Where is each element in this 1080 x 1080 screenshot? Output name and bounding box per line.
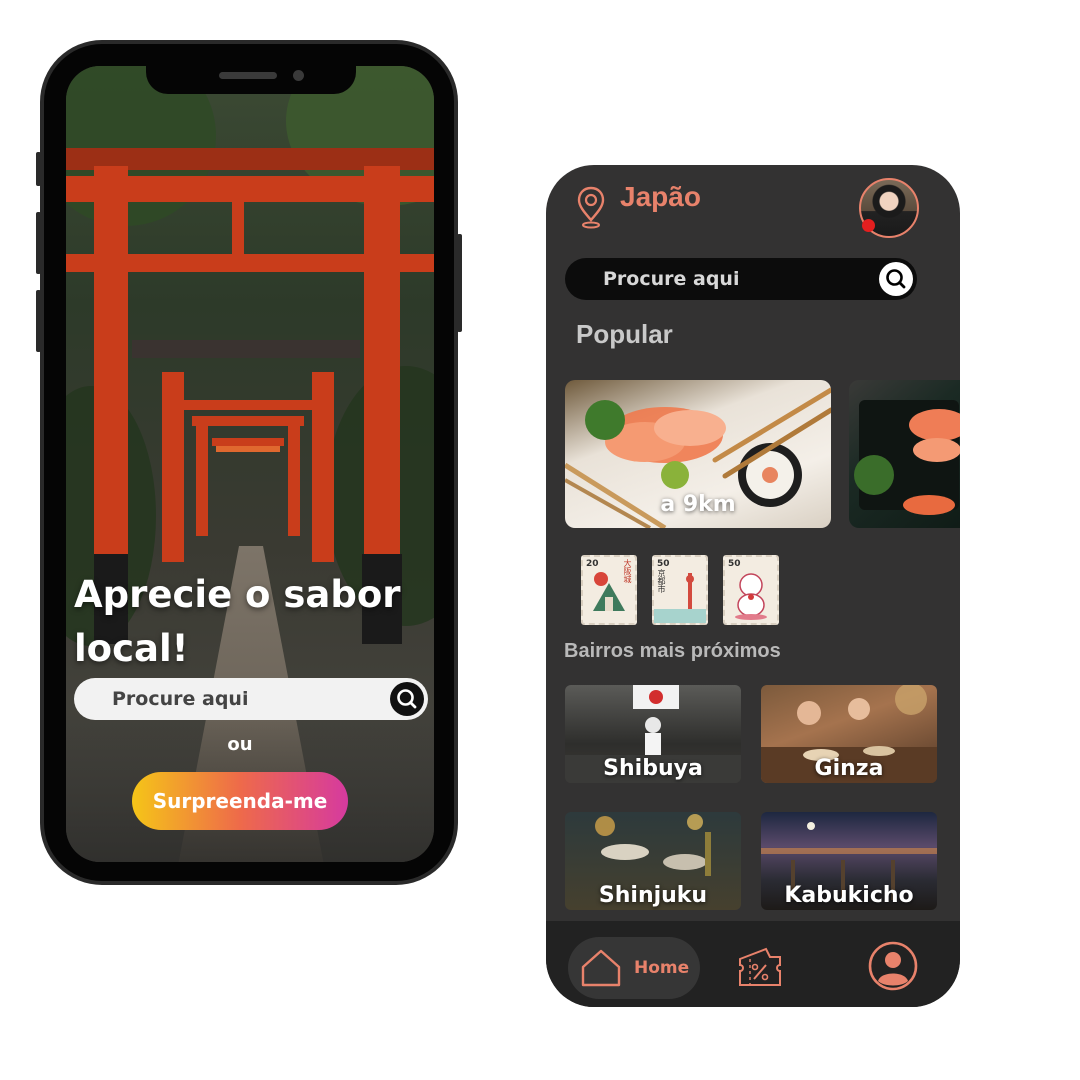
search-icon[interactable] [879, 262, 913, 296]
search-bar[interactable]: Procure aqui [565, 258, 917, 300]
bottom-navigation: Home [546, 921, 960, 1007]
volume-up-button [36, 212, 41, 274]
search-bar[interactable]: Procure aqui [74, 678, 428, 720]
ticket-discount-icon[interactable] [736, 945, 784, 993]
torii-center-post [232, 202, 244, 262]
stamp-maneki-neko: 50 [723, 555, 779, 625]
kyoto-tower-illustration [654, 573, 706, 623]
castle-illustration [593, 572, 625, 611]
volume-down-button [36, 290, 41, 352]
home-icon [580, 948, 622, 992]
nav-home-label: Home [634, 958, 690, 978]
neighborhoods-heading: Bairros mais próximos [564, 640, 781, 662]
neighborhood-card-shibuya[interactable]: Shibuya [565, 685, 741, 783]
user-profile-icon[interactable] [868, 941, 918, 995]
popular-card-sushi[interactable]: a 9km [565, 380, 831, 528]
torii-second-beam [162, 400, 334, 410]
search-placeholder: Procure aqui [603, 268, 740, 290]
notification-dot [862, 219, 875, 232]
power-button [457, 234, 462, 332]
neighborhood-card-shinjuku[interactable]: Shinjuku [565, 812, 741, 910]
neighborhood-label: Ginza [814, 756, 884, 781]
front-camera [293, 70, 304, 81]
search-placeholder: Procure aqui [112, 688, 249, 710]
search-icon[interactable] [390, 682, 424, 716]
neighborhood-label: Shibuya [603, 756, 703, 781]
torii-second-roof [132, 340, 360, 358]
nav-home[interactable]: Home [568, 937, 700, 999]
torii-far-beam [212, 438, 284, 446]
neighborhood-label: Kabukicho [784, 883, 914, 908]
app-screen: Japão Procure aqui Popular a 9km 20 大阪城 … [546, 165, 960, 1007]
torii-pillar-right [364, 166, 400, 566]
or-divider-text: ou [227, 734, 253, 755]
mute-switch [36, 152, 41, 186]
bento-illustration [854, 400, 960, 515]
stamp-osaka: 20 大阪城 [581, 555, 637, 625]
lucky-cat-illustration [735, 573, 767, 620]
neighborhood-card-ginza[interactable]: Ginza [761, 685, 937, 783]
neighborhood-card-kabukicho[interactable]: Kabukicho [761, 812, 937, 910]
distance-label: a 9km [660, 492, 736, 517]
map-pin-icon [576, 185, 606, 229]
torii-far-beam [216, 446, 280, 452]
popular-heading: Popular [576, 319, 673, 349]
torii-pillar-left [94, 166, 128, 566]
hero-headline: Aprecie o sabor local! [74, 573, 401, 670]
neighborhood-label: Shinjuku [598, 883, 708, 908]
phone-notch [146, 66, 356, 94]
earpiece-speaker [219, 72, 277, 79]
popular-card-bento[interactable] [849, 380, 960, 528]
location-title[interactable]: Japão [620, 181, 701, 213]
surprise-me-button[interactable]: Surpreenda-me [132, 772, 348, 830]
torii-far-pillar [288, 416, 300, 536]
torii-far-pillar [196, 416, 208, 536]
stamp-kyoto: 50 京都市 [652, 555, 708, 625]
